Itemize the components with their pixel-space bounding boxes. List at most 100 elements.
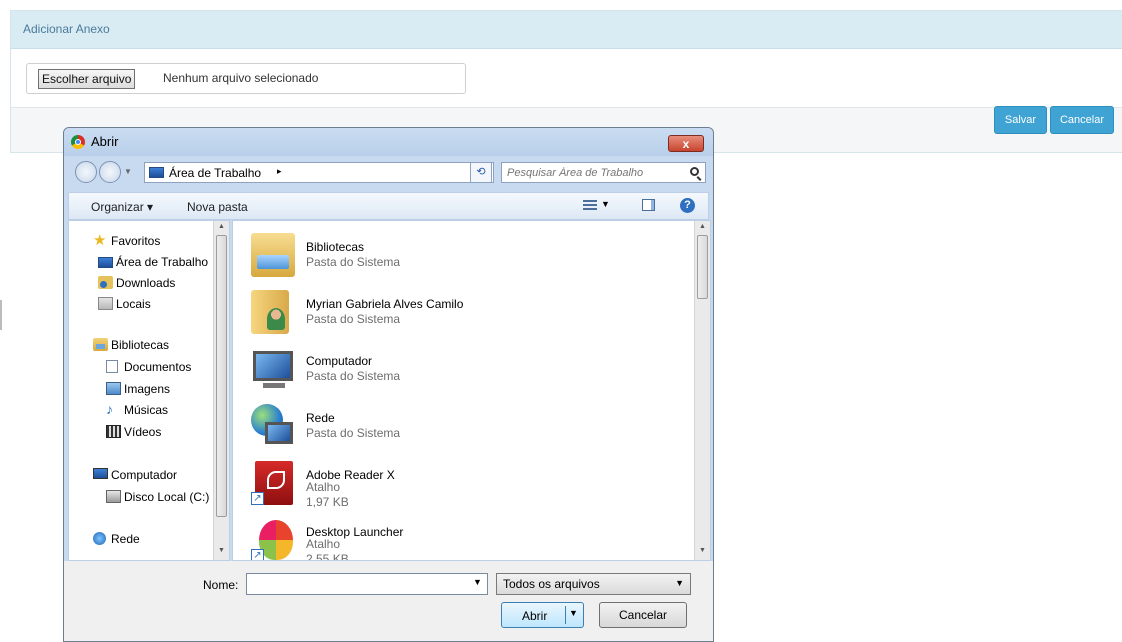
scroll-up-icon[interactable]: ▲: [699, 223, 706, 230]
refresh-icon[interactable]: ⟲: [470, 162, 492, 183]
search-input[interactable]: [507, 165, 677, 180]
preview-pane-icon[interactable]: [642, 199, 655, 211]
documents-icon: [106, 360, 118, 373]
choose-file-button[interactable]: Escolher arquivo: [38, 69, 136, 89]
hard-drive-icon: [106, 490, 121, 503]
videos-icon: [106, 425, 121, 438]
new-folder-button[interactable]: Nova pasta: [187, 200, 248, 214]
file-type: Atalho: [306, 537, 341, 551]
downloads-folder-icon: [98, 276, 113, 289]
address-bar[interactable]: Área de Trabalho ▸ ▼: [144, 162, 494, 183]
close-dialog-button[interactable]: x: [668, 135, 704, 152]
view-dropdown-icon[interactable]: ▼: [601, 199, 610, 209]
open-button[interactable]: Abrir ▼: [501, 602, 584, 628]
file-item-adobe-reader[interactable]: ↗ Adobe Reader X Atalho 1,97 KB: [251, 461, 651, 517]
file-status-text: Nenhum arquivo selecionado: [163, 71, 319, 85]
open-button-divider: [565, 606, 566, 624]
page-edge-divider: [0, 300, 2, 330]
change-view-icon[interactable]: [583, 200, 597, 212]
nav-label: Disco Local (C:): [124, 490, 210, 504]
file-name: Myrian Gabriela Alves Camilo: [306, 297, 464, 311]
nav-scroll-thumb[interactable]: [216, 235, 227, 517]
star-icon: ★: [93, 232, 107, 249]
navigation-pane: ★ Favoritos Área de Trabalho Downloads L…: [68, 220, 230, 561]
dialog-title: Abrir: [91, 134, 119, 149]
file-name: Rede: [306, 411, 335, 425]
desktop-launcher-icon: ↗: [251, 518, 295, 560]
libraries-icon: [93, 338, 108, 351]
address-text: Área de Trabalho: [169, 166, 262, 180]
chrome-icon: [71, 135, 85, 149]
file-list-scrollbar[interactable]: ▲ ▼: [694, 221, 710, 560]
open-button-label: Abrir: [522, 609, 548, 623]
recent-pages-dropdown-icon[interactable]: ▼: [124, 167, 132, 176]
file-list-pane: Bibliotecas Pasta do Sistema Myrian Gabr…: [232, 220, 711, 561]
file-type: Pasta do Sistema: [306, 426, 401, 440]
scroll-up-icon[interactable]: ▲: [218, 223, 225, 230]
file-name: Bibliotecas: [306, 240, 365, 254]
dialog-cancel-button[interactable]: Cancelar: [599, 602, 687, 628]
file-size: 1,97 KB: [306, 495, 349, 509]
filetype-dropdown-icon: ▼: [675, 578, 684, 588]
nav-label: Imagens: [124, 382, 171, 396]
save-button[interactable]: Salvar: [994, 106, 1047, 134]
libraries-folder-icon: [251, 233, 295, 277]
adobe-reader-icon: ↗: [251, 461, 295, 505]
file-type: Pasta do Sistema: [306, 312, 401, 326]
open-file-dialog: Abrir x ▼ Área de Trabalho ▸ ▼ ⟲ Organiz…: [63, 127, 714, 642]
nav-label: Computador: [111, 468, 178, 482]
network-icon: [93, 532, 106, 545]
back-arrow-icon[interactable]: [75, 161, 97, 183]
organize-menu[interactable]: Organizar ▾: [91, 200, 153, 214]
cancel-button[interactable]: Cancelar: [1050, 106, 1114, 134]
file-item-user-folder[interactable]: Myrian Gabriela Alves Camilo Pasta do Si…: [251, 290, 651, 346]
file-type: Atalho: [306, 480, 341, 494]
music-note-icon: ♪: [106, 401, 113, 417]
images-icon: [106, 382, 121, 395]
computer-icon: [251, 347, 295, 391]
file-scroll-thumb[interactable]: [697, 235, 708, 299]
file-item-libraries[interactable]: Bibliotecas Pasta do Sistema: [251, 233, 651, 289]
search-box[interactable]: [501, 162, 706, 183]
nav-scrollbar[interactable]: ▲ ▼: [213, 221, 229, 560]
dialog-bottom-area: Nome: ▼ Todos os arquivos ▼ Abrir ▼ Canc…: [64, 561, 713, 641]
filetype-text: Todos os arquivos: [503, 577, 600, 591]
file-item-network[interactable]: Rede Pasta do Sistema: [251, 404, 651, 460]
nav-label: Favoritos: [111, 234, 161, 248]
nav-label: Músicas: [124, 403, 169, 417]
network-icon: [251, 404, 295, 448]
filename-label: Nome:: [203, 578, 239, 592]
file-item-desktop-launcher[interactable]: ↗ Desktop Launcher Atalho 2,55 KB: [251, 518, 651, 561]
scroll-down-icon[interactable]: ▼: [218, 547, 225, 554]
nav-label: Vídeos: [124, 425, 162, 439]
open-options-dropdown-icon[interactable]: ▼: [569, 608, 578, 618]
forward-arrow-icon[interactable]: [99, 161, 121, 183]
computer-icon: [93, 468, 108, 479]
nav-label: Rede: [111, 532, 140, 546]
scroll-down-icon[interactable]: ▼: [699, 547, 706, 554]
nav-label: Área de Trabalho: [116, 255, 209, 269]
file-size: 2,55 KB: [306, 552, 349, 561]
file-item-computer[interactable]: Computador Pasta do Sistema: [251, 347, 651, 403]
filename-input[interactable]: [246, 573, 488, 595]
desktop-icon: [98, 257, 113, 268]
address-row: ▼ Área de Trabalho ▸ ▼ ⟲: [64, 157, 713, 189]
dialog-titlebar[interactable]: Abrir x: [64, 128, 713, 156]
help-icon[interactable]: ?: [680, 198, 695, 213]
dialog-toolbar: Organizar ▾ Nova pasta ▼ ?: [68, 192, 709, 220]
file-name: Computador: [306, 354, 373, 368]
panel-title: Adicionar Anexo: [11, 11, 1122, 49]
nav-label: Bibliotecas: [111, 338, 170, 352]
file-type: Pasta do Sistema: [306, 369, 401, 383]
nav-label: Downloads: [116, 276, 176, 290]
search-icon[interactable]: [690, 167, 699, 176]
file-input[interactable]: Escolher arquivo Nenhum arquivo selecion…: [26, 63, 466, 94]
nav-label: Documentos: [124, 360, 192, 374]
breadcrumb-arrow-icon[interactable]: ▸: [277, 166, 282, 177]
desktop-icon: [149, 167, 164, 178]
filetype-select[interactable]: Todos os arquivos ▼: [496, 573, 691, 595]
file-type: Pasta do Sistema: [306, 255, 401, 269]
recent-places-icon: [98, 297, 113, 310]
nav-label: Locais: [116, 297, 151, 311]
user-folder-icon: [251, 290, 289, 334]
